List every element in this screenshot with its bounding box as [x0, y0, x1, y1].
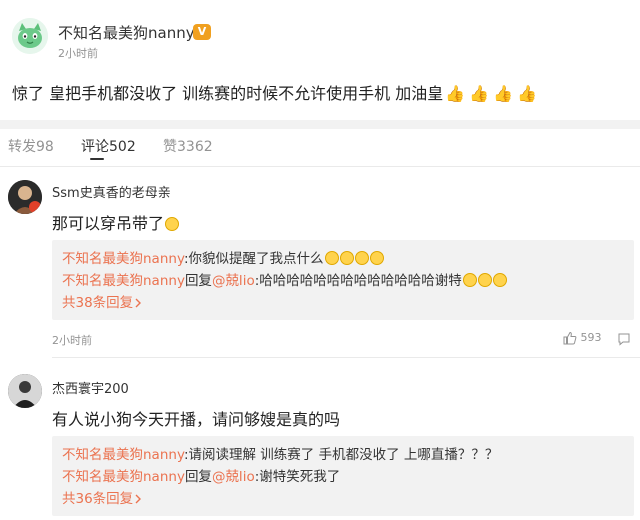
smile-emoji-icon	[369, 251, 384, 265]
smile-emoji-icon	[354, 251, 369, 265]
tab-reposts[interactable]: 转发98	[8, 136, 54, 156]
reply-mention[interactable]: @兢lio	[212, 469, 255, 485]
more-replies-link[interactable]: 共36条回复	[62, 488, 624, 510]
reply-line: 不知名最美狗nanny回复@兢lio:哈哈哈哈哈哈哈哈哈哈哈哈哈谢特	[62, 270, 624, 292]
reply-box[interactable]: 不知名最美狗nanny:请阅读理解 训练赛了 手机都没收了 上哪直播？？？ 不知…	[52, 436, 634, 516]
post-text-content: 惊了 皇把手机都没收了 训练赛的时候不允许使用手机 加油皇	[12, 84, 444, 103]
more-replies-link[interactable]: 共38条回复	[62, 292, 624, 314]
reply-text: :哈哈哈哈哈哈哈哈哈哈哈哈哈谢特	[254, 273, 462, 289]
like-button[interactable]: 593	[563, 331, 602, 345]
comment-username[interactable]: Ssm史真香的老母亲	[52, 182, 171, 201]
smile-emoji-icon	[339, 251, 354, 265]
thumbs-up-emoji: 👍👍👍👍	[445, 84, 541, 103]
reply-username[interactable]: 不知名最美狗nanny	[62, 273, 185, 289]
reply-verb: 回复	[184, 273, 212, 289]
comment-divider	[52, 357, 640, 358]
tab-likes[interactable]: 赞3362	[163, 136, 213, 156]
more-replies-label: 共36条回复	[62, 491, 134, 507]
reply-username[interactable]: 不知名最美狗nanny	[62, 251, 184, 267]
comment-reply-button[interactable]	[617, 331, 631, 350]
reply-line: 不知名最美狗nanny回复@兢lio:谢特笑死我了	[62, 466, 624, 488]
vip-badge-icon: V	[193, 24, 211, 40]
reply-text: :请阅读理解 训练赛了 手机都没收了 上哪直播？？？	[183, 447, 499, 463]
comment-text-content: 那可以穿吊带了	[52, 214, 165, 233]
thumbs-up-icon	[563, 331, 577, 345]
post-time: 2小时前	[58, 47, 98, 60]
reply-text: :你貌似提醒了我点什么	[183, 251, 324, 267]
reply-verb: 回复	[184, 469, 212, 485]
reply-username[interactable]: 不知名最美狗nanny	[62, 469, 185, 485]
reply-line: 不知名最美狗nanny:请阅读理解 训练赛了 手机都没收了 上哪直播？？？	[62, 444, 624, 466]
section-divider	[0, 120, 640, 129]
smile-emoji-icon	[492, 273, 507, 287]
chevron-right-icon	[135, 494, 142, 504]
smile-emoji-icon	[165, 217, 180, 231]
active-tab-indicator	[90, 158, 104, 160]
post-username[interactable]: 不知名最美狗nanny	[58, 22, 195, 43]
smile-emoji-icon	[477, 273, 492, 287]
tabs-divider	[0, 166, 640, 167]
reply-text: :谢特笑死我了	[254, 469, 341, 485]
post-avatar[interactable]	[12, 18, 48, 54]
comment-text: 有人说小狗今天开播，请问够嫂是真的吗	[52, 410, 341, 429]
comment-time: 2小时前	[52, 334, 92, 347]
reply-username[interactable]: 不知名最美狗nanny	[62, 447, 184, 463]
comment-avatar[interactable]	[8, 374, 42, 408]
reply-box[interactable]: 不知名最美狗nanny:你貌似提醒了我点什么 不知名最美狗nanny回复@兢li…	[52, 240, 634, 320]
comment-username[interactable]: 杰西寰宇200	[52, 378, 129, 397]
comment-text: 那可以穿吊带了	[52, 210, 180, 234]
post-text: 惊了 皇把手机都没收了 训练赛的时候不允许使用手机 加油皇 👍👍👍👍	[12, 80, 541, 104]
reply-line: 不知名最美狗nanny:你貌似提醒了我点什么	[62, 248, 624, 270]
chevron-right-icon	[135, 298, 142, 308]
reply-mention[interactable]: @兢lio	[212, 273, 255, 289]
comment-icon	[618, 333, 630, 346]
tab-comments[interactable]: 评论502	[81, 136, 136, 156]
like-count: 593	[580, 331, 602, 344]
more-replies-label: 共38条回复	[62, 295, 134, 311]
smile-emoji-icon	[324, 251, 339, 265]
comment-avatar[interactable]	[8, 180, 42, 214]
smile-emoji-icon	[462, 273, 477, 287]
